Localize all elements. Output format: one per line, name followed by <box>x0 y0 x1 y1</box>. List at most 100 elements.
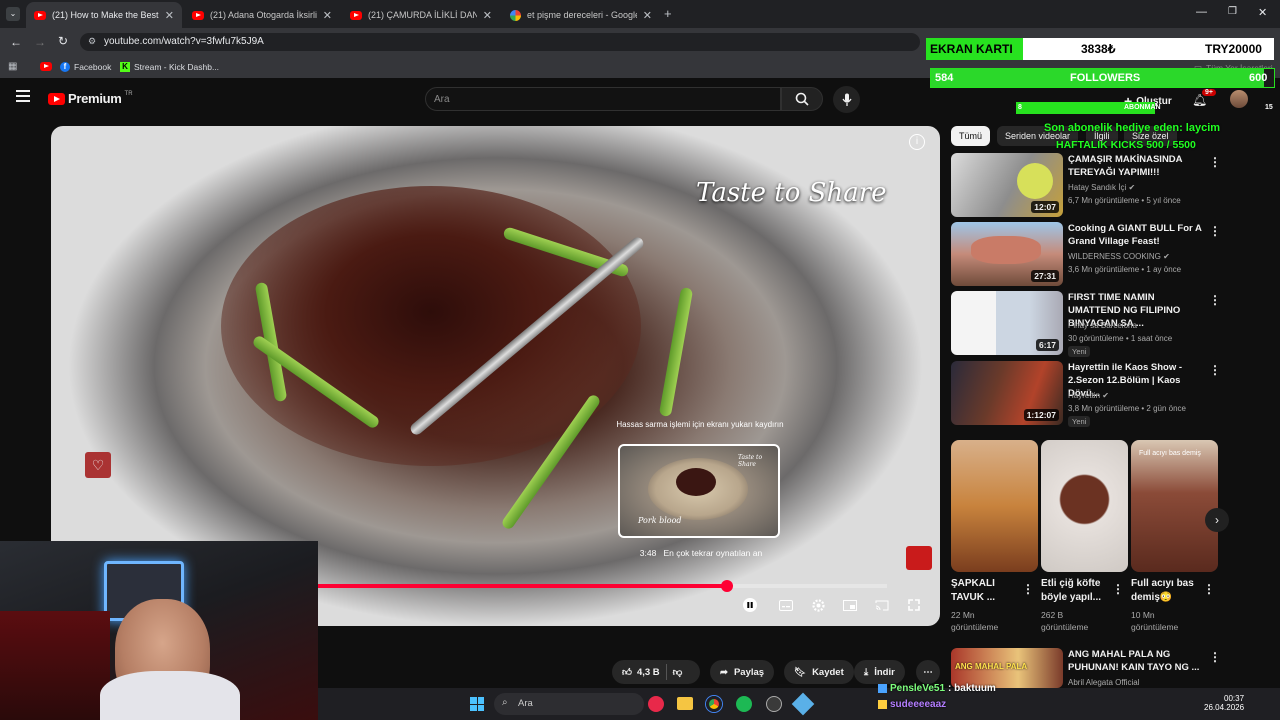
video-thumbnail[interactable]: 27:31 <box>951 222 1063 286</box>
miniplayer-button[interactable] <box>841 596 859 614</box>
scrubber-handle[interactable] <box>721 580 734 592</box>
short-title: Etli çiğ köfte böyle yapıl... <box>1041 578 1102 603</box>
bookmark-facebook[interactable]: f Facebook <box>60 62 111 72</box>
tab-2[interactable]: (21) Adana Otogarda İksirli Ayr ✕ <box>184 2 340 28</box>
url-text: youtube.com/watch?v=3fwfu7k5J9A <box>104 36 264 47</box>
fullscreen-button[interactable] <box>905 596 923 614</box>
youtube-logo[interactable]: Premium TR <box>48 91 133 106</box>
like-button[interactable]: 👍︎ 4,3 B <box>622 666 660 679</box>
subtitles-button[interactable] <box>777 596 795 614</box>
share-button[interactable]: ➦ Paylaş <box>710 660 775 684</box>
app-icon[interactable] <box>648 696 664 712</box>
address-bar[interactable]: ⚙ youtube.com/watch?v=3fwfu7k5J9A <box>80 33 920 51</box>
search-input[interactable]: Ara <box>425 87 781 111</box>
settings-button[interactable] <box>809 596 827 614</box>
preview-caption: 3:48 En çok tekrar oynatılan an <box>621 548 781 558</box>
video-menu-icon[interactable]: ⋮ <box>1209 650 1221 664</box>
video-title: ANG MAHAL PALA NG PUHUNAN! KAIN TAYO NG … <box>1068 649 1200 673</box>
channel-name: Pinay sa Barcelona <box>1068 321 1137 330</box>
tab-active[interactable]: (21) How to Make the Best Pork ✕ <box>26 2 182 28</box>
video-channel[interactable]: WILDERNESS COOKING ✔ <box>1068 252 1170 261</box>
menu-icon[interactable] <box>16 90 30 102</box>
channel-watermark[interactable] <box>906 546 932 570</box>
taskbar-search[interactable]: ⌕ Ara <box>494 693 644 715</box>
video-channel[interactable]: Pinay sa Barcelona <box>1068 321 1137 330</box>
logo-text: Premium <box>68 91 122 106</box>
video-menu-icon[interactable]: ⋮ <box>1209 224 1221 238</box>
sidebar-video[interactable]: 27:31 Cooking A GIANT BULL For A Grand V… <box>951 222 1271 286</box>
video-thumbnail[interactable]: 6:17 <box>951 291 1063 355</box>
video-menu-icon[interactable]: ⋮ <box>1209 293 1221 307</box>
short-views: 22 Mn görüntüleme <box>951 610 999 632</box>
video-channel[interactable]: Hatay Sandık İçi ✔ <box>1068 183 1135 192</box>
search-button[interactable] <box>781 87 823 111</box>
seek-preview-thumbnail: Taste to Share Pork blood <box>618 444 780 538</box>
bookmark-kick[interactable]: K Stream - Kick Dashb... <box>120 62 219 72</box>
shorts-next-button[interactable]: › <box>1205 508 1229 532</box>
maximize-icon[interactable]: ❐ <box>1228 6 1237 17</box>
more-actions-button[interactable]: ⋯ <box>916 660 940 684</box>
bookmark-youtube[interactable] <box>40 62 52 71</box>
video-menu-icon[interactable]: ⋮ <box>1209 155 1221 169</box>
taskbar-search-placeholder: Ara <box>518 698 533 709</box>
short-thumbnail[interactable] <box>951 440 1038 572</box>
donation-goal-name: EKRAN KARTI <box>930 42 1013 56</box>
short-menu-icon[interactable]: ⋮ <box>1112 582 1124 596</box>
bookmark-icon: 🔖︎ <box>794 666 807 678</box>
short-thumbnail[interactable] <box>1041 440 1128 572</box>
taskbar-clock[interactable]: 00:37 26.04.2026 <box>1204 694 1244 712</box>
progress-bar[interactable] <box>317 580 887 592</box>
video-menu-icon[interactable]: ⋮ <box>1209 363 1221 377</box>
apps-grid-icon[interactable]: ▦ <box>8 61 17 72</box>
obs-icon[interactable] <box>766 696 782 712</box>
cast-button[interactable] <box>873 596 891 614</box>
close-tab-icon[interactable]: ✕ <box>165 9 174 22</box>
close-tab-icon[interactable]: ✕ <box>323 9 332 22</box>
sidebar-video[interactable]: 6:17 FIRST TIME NAMIN UMATTEND NG FILIPI… <box>951 291 1271 357</box>
app-icon[interactable] <box>791 692 815 716</box>
file-explorer-icon[interactable] <box>677 697 693 710</box>
sidebar-video[interactable]: 12:07 ÇAMAŞIR MAKİNASINDA TEREYAĞI YAPIM… <box>951 153 1271 217</box>
video-thumbnail[interactable]: ANG MAHAL PALA <box>951 648 1063 688</box>
info-icon[interactable]: i <box>909 134 925 150</box>
chrome-icon[interactable] <box>706 696 722 712</box>
tab-3[interactable]: (21) ÇAMURDA İLİKLİ DANA İN ✕ <box>342 2 500 28</box>
windows-start-icon[interactable] <box>470 697 484 711</box>
sidebar-video[interactable]: 1:12:07 Hayrettin ile Kaos Show - 2.Sezo… <box>951 361 1271 427</box>
forward-icon[interactable]: → <box>34 35 46 49</box>
short-thumbnail[interactable]: Full acıyı bas demiş <box>1131 440 1218 572</box>
close-tab-icon[interactable]: ✕ <box>643 9 652 22</box>
new-tab-icon[interactable]: + <box>664 6 672 21</box>
minimize-icon[interactable]: — <box>1196 6 1207 18</box>
subs-label: ABONMAN <box>1124 104 1161 111</box>
followers-goal-overlay: 584 FOLLOWERS 600 <box>930 68 1275 88</box>
tab-4[interactable]: et pişme dereceleri - Google'da ✕ <box>502 2 660 28</box>
video-thumbnail[interactable]: 12:07 <box>951 153 1063 217</box>
video-duration: 12:07 <box>1031 201 1059 213</box>
pause-button[interactable] <box>741 596 759 614</box>
youtube-icon <box>40 62 52 71</box>
reload-icon[interactable]: ↻ <box>58 34 68 48</box>
close-window-icon[interactable]: ✕ <box>1258 6 1267 19</box>
voice-search-button[interactable] <box>833 86 860 113</box>
video-channel[interactable]: Hayrettin ✔ <box>1068 391 1109 400</box>
video-thumbnail[interactable]: 1:12:07 <box>951 361 1063 425</box>
bookmark-label: Stream - Kick Dashb... <box>134 62 220 72</box>
tab-search-button[interactable]: ⌄ <box>6 7 20 21</box>
miniplayer-icon <box>843 599 857 611</box>
save-button[interactable]: 🔖︎ Kaydet <box>784 660 854 684</box>
dislike-button[interactable]: 👎︎ <box>673 666 683 678</box>
short-menu-icon[interactable]: ⋮ <box>1022 582 1034 596</box>
site-info-icon[interactable]: ⚙ <box>88 36 96 47</box>
bookmark-label: Facebook <box>74 62 112 72</box>
chat-badge-icon <box>878 700 887 709</box>
download-button[interactable]: ⤓ İndir <box>854 660 905 684</box>
chip-all[interactable]: Tümü <box>951 126 991 146</box>
video-meta: 3,6 Mn görüntüleme • 1 ay önce <box>1068 265 1182 274</box>
verified-icon: ✔ <box>1128 183 1136 192</box>
back-icon[interactable]: ← <box>10 35 22 49</box>
search-icon <box>795 92 809 106</box>
spotify-icon[interactable] <box>736 696 752 712</box>
close-tab-icon[interactable]: ✕ <box>483 9 492 22</box>
short-menu-icon[interactable]: ⋮ <box>1203 582 1215 596</box>
